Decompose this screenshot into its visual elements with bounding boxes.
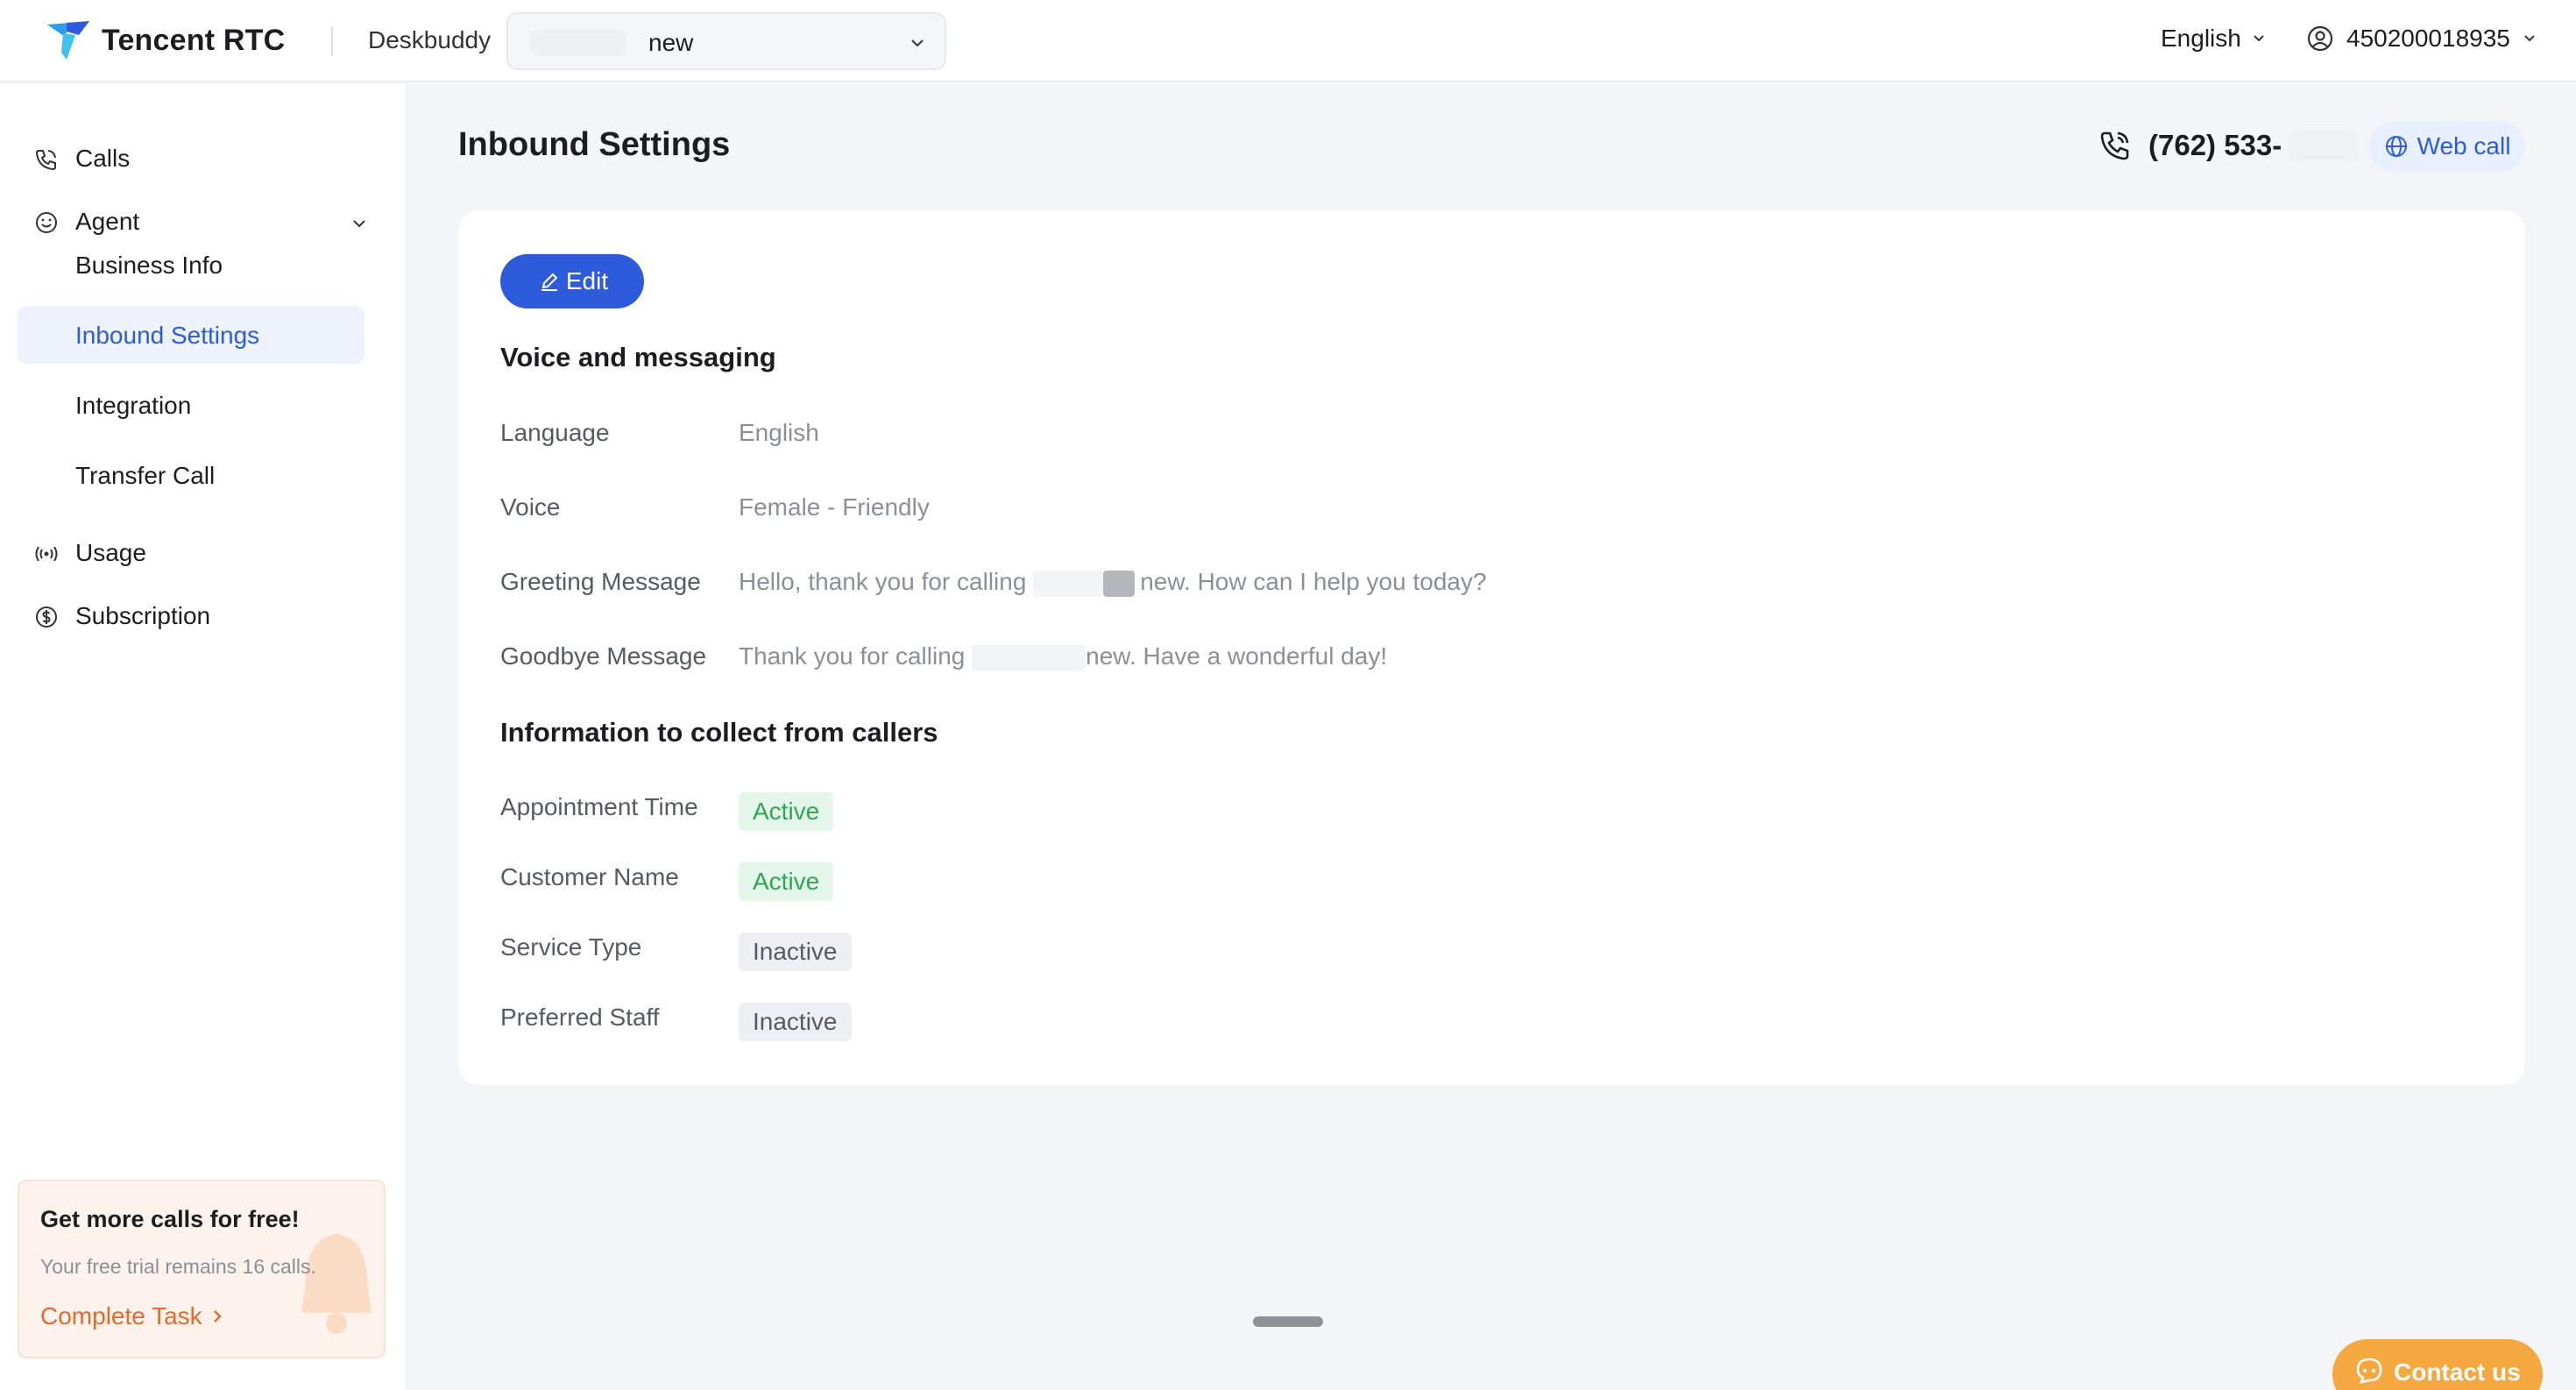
phone-call-icon <box>2100 131 2129 160</box>
page-title: Inbound Settings <box>458 126 731 163</box>
edit-button-label: Edit <box>565 267 609 294</box>
smile-icon <box>36 212 57 233</box>
sidebar-subitem-integration[interactable]: Integration <box>18 376 364 434</box>
field-value-greeting-message: Hello, thank you for calling new. How ca… <box>739 568 1487 597</box>
chevron-down-icon <box>2524 35 2535 42</box>
promo-card: Get more calls for free! Your free trial… <box>18 1180 386 1358</box>
redacted-org-prefix <box>529 30 626 56</box>
sidebar-subitem-label: Inbound Settings <box>75 322 260 349</box>
complete-task-link[interactable]: Complete Task <box>40 1302 225 1330</box>
sidebar: Calls Agent Business Info Inbound Settin… <box>0 84 405 1390</box>
field-label-preferred-staff: Preferred Staff <box>500 1003 660 1031</box>
field-value-language: English <box>739 419 819 446</box>
goodbye-prefix: Thank you for calling <box>739 642 973 670</box>
edit-button[interactable]: Edit <box>500 254 644 308</box>
phone-number: (762) 533- <box>2148 129 2282 161</box>
language-menu-label: English <box>2161 25 2241 52</box>
edit-pen-icon <box>541 273 558 291</box>
sidebar-subitem-label: Transfer Call <box>75 462 216 489</box>
organization-select[interactable]: new <box>506 12 946 70</box>
goodbye-suffix: new. Have a wonderful day! <box>1086 642 1388 670</box>
field-label-service-type: Service Type <box>500 933 642 961</box>
greeting-prefix: Hello, thank you for calling <box>739 568 1034 595</box>
sidebar-subitem-inbound-settings[interactable]: Inbound Settings <box>18 306 364 364</box>
promo-subtitle: Your free trial remains 16 calls. <box>40 1255 316 1278</box>
sidebar-item-label: Usage <box>75 539 146 566</box>
brand-name: Tencent RTC <box>102 23 286 57</box>
sidebar-item-calls[interactable]: Calls <box>0 132 405 185</box>
field-label-appointment-time: Appointment Time <box>500 793 698 820</box>
field-label-greeting-message: Greeting Message <box>500 568 701 595</box>
broadcast-icon <box>35 546 58 562</box>
dollar-circle-icon <box>36 606 57 628</box>
sidebar-item-usage[interactable]: Usage <box>0 527 405 579</box>
language-menu[interactable]: English <box>2161 25 2268 53</box>
status-badge: Inactive <box>739 933 852 971</box>
web-call-button[interactable]: Web call <box>2369 121 2525 172</box>
sidebar-item-subscription[interactable]: Subscription <box>0 590 405 642</box>
contact-us-button[interactable]: Contact us <box>2332 1339 2543 1390</box>
greeting-suffix: new. How can I help you today? <box>1140 568 1487 595</box>
field-label-goodbye-message: Goodbye Message <box>500 642 707 670</box>
sidebar-subitem-label: Business Info <box>75 252 223 279</box>
organization-select-value: new <box>648 29 694 56</box>
product-name: Deskbuddy <box>368 26 492 53</box>
sidebar-item-label: Subscription <box>75 602 211 629</box>
field-label-voice: Voice <box>500 493 561 521</box>
brand-divider <box>331 26 333 56</box>
sidebar-subitem-business-info[interactable]: Business Info <box>18 236 364 294</box>
redacted-business-name <box>1033 570 1104 597</box>
collect-section-title: Information to collect from callers <box>500 717 938 748</box>
contact-us-label: Contact us <box>2394 1358 2521 1386</box>
complete-task-label: Complete Task <box>40 1302 202 1330</box>
voice-section-title: Voice and messaging <box>500 342 776 372</box>
chevron-down-icon <box>353 220 365 228</box>
chevron-down-icon <box>2254 35 2264 42</box>
field-value-voice: Female - Friendly <box>739 493 930 521</box>
status-badge: Inactive <box>739 1003 852 1041</box>
web-call-label: Web call <box>2417 132 2511 160</box>
sidebar-subitem-label: Integration <box>75 392 192 419</box>
user-circle-icon <box>2307 25 2333 52</box>
inbound-settings-card: Edit Voice and messaging Language Englis… <box>458 210 2525 1085</box>
redacted-business-name <box>1103 570 1136 597</box>
sidebar-subitem-transfer-call[interactable]: Transfer Call <box>18 446 364 504</box>
redacted-phone-suffix <box>2289 131 2360 160</box>
tencent-rtc-logo-icon <box>47 21 89 60</box>
status-badge: Active <box>739 792 834 831</box>
brand[interactable]: Tencent RTC <box>44 18 285 63</box>
phone-icon <box>35 150 56 171</box>
chevron-down-icon <box>911 39 924 47</box>
scroll-handle[interactable] <box>1253 1316 1323 1327</box>
field-label-language: Language <box>500 419 610 446</box>
promo-title: Get more calls for free! <box>40 1206 300 1232</box>
field-value-goodbye-message: Thank you for calling new. Have a wonder… <box>739 642 1387 671</box>
sidebar-item-label: Calls <box>75 145 131 172</box>
sidebar-item-label: Agent <box>75 208 140 235</box>
field-label-customer-name: Customer Name <box>500 863 679 890</box>
account-menu[interactable]: 450200018935 <box>2306 25 2538 53</box>
top-bar: Tencent RTC Deskbuddy new English 450200… <box>0 0 2576 82</box>
redacted-business-name <box>972 644 1086 671</box>
chat-bubble-icon <box>2356 1358 2382 1384</box>
phone-number-display: (762) 533- <box>2098 128 2360 163</box>
chevron-right-icon <box>213 1310 222 1323</box>
globe-icon <box>2385 136 2407 157</box>
bell-icon <box>301 1234 372 1334</box>
status-badge: Active <box>739 862 834 901</box>
account-id: 450200018935 <box>2346 25 2510 52</box>
